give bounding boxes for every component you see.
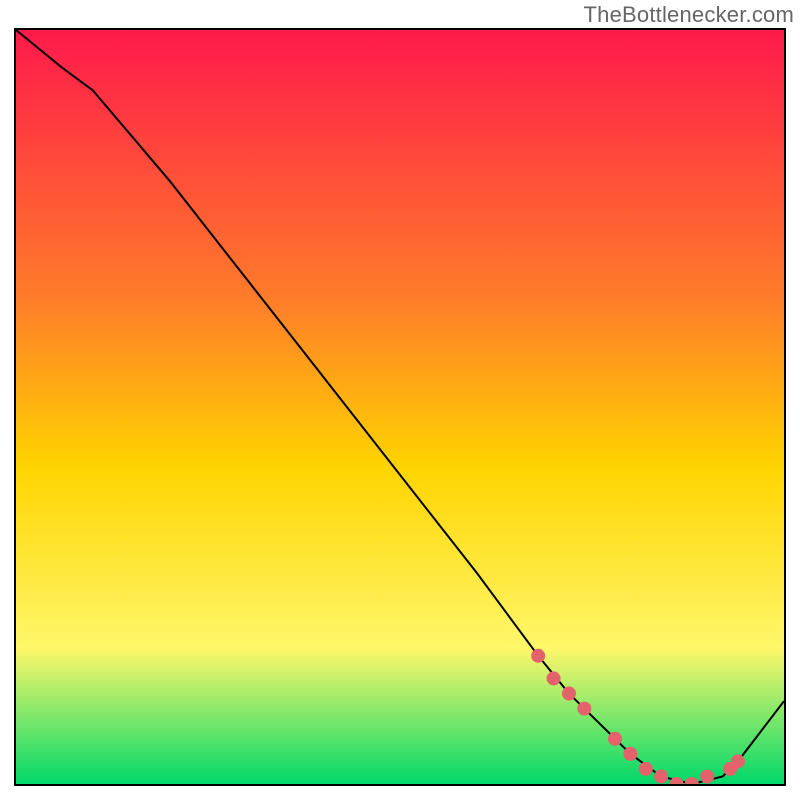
plot-frame: [14, 28, 786, 786]
marker-point: [547, 671, 561, 685]
gradient-background: [16, 30, 784, 784]
marker-point: [639, 762, 653, 776]
plot-svg: [16, 30, 784, 784]
marker-point: [531, 649, 545, 663]
marker-point: [731, 754, 745, 768]
marker-point: [608, 732, 622, 746]
chart-canvas: TheBottlenecker.com: [0, 0, 800, 800]
marker-point: [577, 702, 591, 716]
watermark-text: TheBottlenecker.com: [584, 2, 794, 28]
marker-point: [562, 687, 576, 701]
marker-point: [654, 770, 668, 784]
marker-point: [700, 770, 714, 784]
marker-point: [623, 747, 637, 761]
